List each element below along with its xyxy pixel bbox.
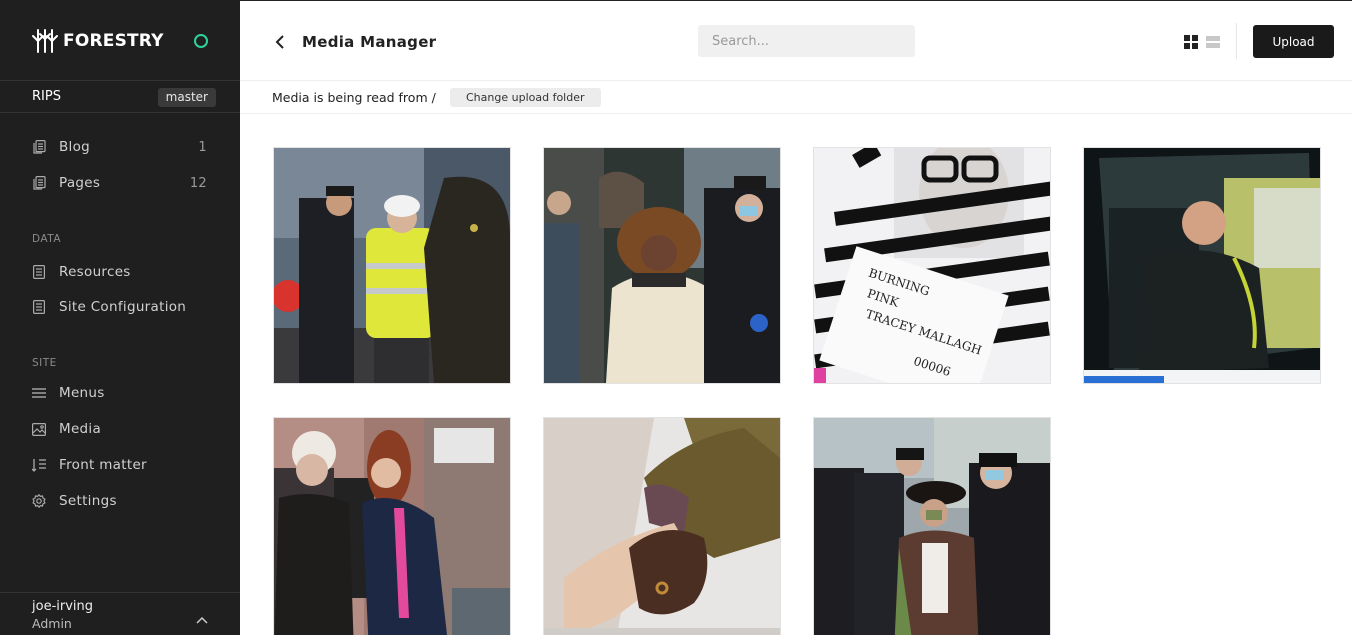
photo-image — [814, 418, 1050, 635]
page-title: Media Manager — [302, 33, 437, 51]
media-item-two-women-doorway-photo[interactable] — [273, 417, 511, 635]
media-item-man-in-van-photo[interactable] — [1083, 147, 1321, 384]
branch-badge[interactable]: master — [157, 88, 216, 107]
document-icon — [32, 176, 46, 190]
document-icon — [32, 300, 46, 314]
gear-icon — [32, 494, 46, 508]
sidebar-item-label: Resources — [59, 264, 131, 280]
media-item-woman-hat-police-photo[interactable] — [813, 417, 1051, 635]
sidebar-item-resources[interactable]: Resources — [32, 262, 212, 282]
user-menu[interactable]: joe-irving Admin — [0, 592, 240, 635]
sidebar: FORESTRY RIPS master Blog 1 Pages 12 DAT… — [0, 0, 240, 635]
sidebar-item-label: Site Configuration — [59, 299, 187, 315]
list-view-icon[interactable] — [1205, 34, 1221, 50]
sidebar-item-label: Media — [59, 421, 102, 437]
media-item-holding-hands-photo[interactable] — [543, 417, 781, 635]
sidebar-item-media[interactable]: Media — [32, 419, 212, 439]
sidebar-item-menus[interactable]: Menus — [32, 383, 212, 403]
sidebar-item-front-matter[interactable]: Front matter — [32, 455, 212, 475]
photo-image — [544, 418, 780, 635]
section-label-site: SITE — [32, 357, 57, 369]
sidebar-item-settings[interactable]: Settings — [32, 491, 212, 511]
top-bar: Media Manager Upload — [240, 1, 1352, 81]
forestry-logo-icon — [32, 28, 58, 54]
site-row[interactable]: RIPS master — [0, 80, 240, 113]
photo-image — [274, 418, 510, 635]
site-name: RIPS — [32, 89, 61, 104]
search-input[interactable] — [698, 25, 915, 57]
divider — [1236, 23, 1237, 59]
sidebar-item-label: Blog — [59, 139, 91, 155]
sidebar-item-label: Pages — [59, 175, 101, 191]
brand[interactable]: FORESTRY — [32, 28, 164, 54]
media-source-text: Media is being read from / — [272, 90, 436, 105]
media-item-protester-hi-vis-police-photo[interactable] — [273, 147, 511, 384]
sidebar-item-label: Settings — [59, 493, 117, 509]
back-arrow-icon[interactable] — [274, 34, 288, 49]
user-role: Admin — [32, 616, 72, 631]
upload-folder-bar: Media is being read from / Change upload… — [240, 81, 1352, 114]
change-upload-folder-button[interactable]: Change upload folder — [450, 88, 601, 107]
document-icon — [32, 265, 46, 279]
chevron-up-icon[interactable] — [196, 609, 208, 628]
item-count: 12 — [189, 175, 207, 191]
media-item-striped-shirt-placard-photo[interactable]: BURNING PINK TRACEY MALLAGH 00006 — [813, 147, 1051, 384]
sidebar-item-label: Front matter — [59, 457, 147, 473]
status-indicator-icon — [194, 34, 208, 48]
sidebar-item-site-configuration[interactable]: Site Configuration — [32, 297, 212, 317]
photo-image — [544, 148, 780, 383]
photo-image — [274, 148, 510, 383]
main-content: Media Manager Upload Media is being read… — [240, 0, 1352, 635]
sidebar-item-blog[interactable]: Blog 1 — [32, 137, 212, 157]
brand-name: FORESTRY — [63, 31, 164, 51]
upload-button[interactable]: Upload — [1253, 25, 1334, 58]
media-item-woman-police-officers-photo[interactable] — [543, 147, 781, 384]
sidebar-item-label: Menus — [59, 385, 105, 401]
photo-image: BURNING PINK TRACEY MALLAGH 00006 — [814, 148, 1050, 383]
sidebar-item-pages[interactable]: Pages 12 — [32, 173, 212, 193]
grid-view-icon[interactable] — [1183, 34, 1199, 50]
image-icon — [32, 422, 46, 436]
photo-image — [1084, 148, 1320, 383]
user-name: joe-irving — [32, 599, 94, 614]
menu-icon — [32, 386, 46, 400]
document-icon — [32, 140, 46, 154]
section-label-data: DATA — [32, 233, 62, 245]
item-count: 1 — [198, 139, 207, 155]
front-matter-icon — [32, 458, 46, 472]
app: FORESTRY RIPS master Blog 1 Pages 12 DAT… — [0, 0, 1352, 635]
